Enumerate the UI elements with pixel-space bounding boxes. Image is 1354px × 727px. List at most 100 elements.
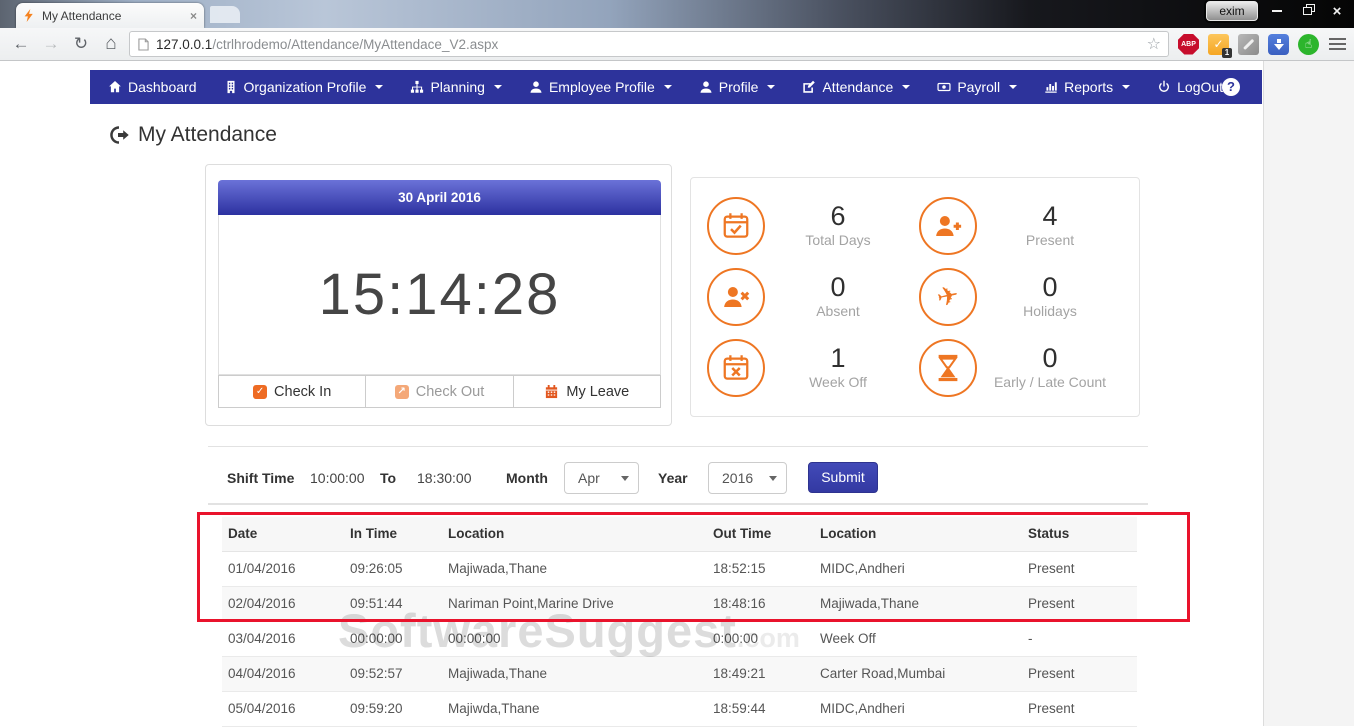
stat-holidays: ✈ 0Holidays xyxy=(919,261,1131,332)
date-header: 30 April 2016 xyxy=(218,180,661,215)
punch-actions: ✓ Check In ↗ Check Out My Leave xyxy=(218,375,661,408)
home-button[interactable]: ⌂ xyxy=(96,33,126,55)
arrow-out-icon: ↗ xyxy=(395,385,409,399)
download-extension-icon[interactable] xyxy=(1268,34,1289,55)
bookmark-star-icon[interactable]: ☆ xyxy=(1147,34,1161,54)
new-tab-button[interactable] xyxy=(210,6,240,23)
user-plus-icon xyxy=(919,197,977,255)
url-text: 127.0.0.1/ctrlhrodemo/Attendance/MyAtten… xyxy=(156,37,498,52)
nav-employee-profile[interactable]: Employee Profile xyxy=(529,79,672,95)
table-cell: 18:59:44 xyxy=(707,691,814,726)
checkmark-extension-icon[interactable]: ✓1 xyxy=(1208,34,1229,55)
minimize-button[interactable] xyxy=(1262,0,1292,22)
stat-label: Total Days xyxy=(805,232,870,248)
divider xyxy=(208,446,1148,447)
right-gutter xyxy=(1263,61,1354,726)
back-button[interactable]: ← xyxy=(6,34,36,54)
my-leave-button[interactable]: My Leave xyxy=(513,375,661,408)
clock-panel: 30 April 2016 15:14:28 ✓ Check In ↗ Chec… xyxy=(205,164,672,426)
user-icon xyxy=(699,80,713,94)
attendance-summary-panel: 6Total Days 4Present 0Absent ✈ 0Holidays… xyxy=(690,177,1140,417)
nav-profile[interactable]: Profile xyxy=(699,79,776,95)
filter-row: Shift Time 10:00:00 To 18:30:00 Month Ap… xyxy=(208,460,1148,496)
table-cell: Majiwada,Thane xyxy=(442,656,707,691)
table-cell: - xyxy=(1022,621,1137,656)
favicon-lightning-icon xyxy=(23,9,36,22)
stat-absent: 0Absent xyxy=(707,261,919,332)
table-cell: Carter Road,Mumbai xyxy=(814,656,1022,691)
tab-title: My Attendance xyxy=(42,9,190,23)
check-in-button[interactable]: ✓ Check In xyxy=(218,375,366,408)
year-select[interactable]: 2016 xyxy=(708,462,787,494)
divider xyxy=(208,503,1148,505)
table-cell: 04/04/2016 xyxy=(222,656,344,691)
table-cell: 09:52:57 xyxy=(344,656,442,691)
hand-extension-icon[interactable]: ☝ xyxy=(1298,34,1319,55)
edit-icon xyxy=(802,80,816,94)
submit-button[interactable]: Submit xyxy=(808,462,878,493)
shift-start-value: 10:00:00 xyxy=(310,460,365,496)
adblock-extension-icon[interactable]: ABP xyxy=(1178,34,1199,55)
table-row: 05/04/201609:59:20Majiwda,Thane18:59:44M… xyxy=(222,691,1137,726)
sitemap-icon xyxy=(410,80,424,94)
nav-logout[interactable]: LogOut xyxy=(1157,79,1223,95)
stat-label: Week Off xyxy=(809,374,867,390)
close-button[interactable]: × xyxy=(1322,0,1352,22)
extension-badge: 1 xyxy=(1222,48,1232,58)
my-attendance-icon xyxy=(108,124,130,146)
stat-value: 0 xyxy=(1042,272,1057,302)
help-icon[interactable]: ? xyxy=(1222,78,1240,96)
table-cell: Majiwda,Thane xyxy=(442,691,707,726)
url-path: /ctrlhrodemo/Attendance/MyAttendace_V2.a… xyxy=(212,37,498,52)
live-clock: 15:14:28 xyxy=(319,261,561,328)
browser-toolbar: ← → ↻ ⌂ 127.0.0.1/ctrlhrodemo/Attendance… xyxy=(0,28,1354,61)
bar-chart-icon xyxy=(1044,80,1058,94)
nav-planning[interactable]: Planning xyxy=(410,79,502,95)
chevron-down-icon xyxy=(494,85,502,89)
power-icon xyxy=(1157,80,1171,94)
chevron-down-icon xyxy=(769,476,777,481)
wand-extension-icon[interactable] xyxy=(1238,34,1259,55)
table-cell: 03/04/2016 xyxy=(222,621,344,656)
stat-label: Absent xyxy=(816,303,860,319)
chevron-down-icon xyxy=(767,85,775,89)
table-cell: 09:59:20 xyxy=(344,691,442,726)
window-controls: × xyxy=(1262,0,1352,22)
page-title: My Attendance xyxy=(108,123,277,147)
stat-label: Early / Late Count xyxy=(994,374,1106,390)
chevron-down-icon xyxy=(902,85,910,89)
table-cell: MIDC,Andheri xyxy=(814,691,1022,726)
clock-body: 15:14:28 xyxy=(218,215,661,375)
table-row: 04/04/201609:52:57Majiwada,Thane18:49:21… xyxy=(222,656,1137,691)
user-icon xyxy=(529,80,543,94)
browser-menu-icon[interactable] xyxy=(1329,38,1346,51)
address-bar[interactable]: 127.0.0.1/ctrlhrodemo/Attendance/MyAtten… xyxy=(129,31,1169,57)
user-x-icon xyxy=(707,268,765,326)
hourglass-icon xyxy=(919,339,977,397)
nav-dashboard[interactable]: Dashboard xyxy=(108,79,197,95)
nav-payroll[interactable]: Payroll xyxy=(937,79,1017,95)
month-select[interactable]: Apr xyxy=(564,462,639,494)
stat-value: 6 xyxy=(830,201,845,231)
home-icon xyxy=(108,80,122,94)
url-host: 127.0.0.1 xyxy=(156,37,212,52)
stat-present: 4Present xyxy=(919,190,1131,261)
maximize-button[interactable] xyxy=(1292,0,1322,22)
stat-value: 4 xyxy=(1042,201,1057,231)
nav-reports[interactable]: Reports xyxy=(1044,79,1130,95)
refresh-button[interactable]: ↻ xyxy=(66,34,96,54)
browser-tab[interactable]: My Attendance × xyxy=(16,3,204,28)
forward-button[interactable]: → xyxy=(36,34,66,54)
stat-label: Holidays xyxy=(1023,303,1077,319)
exim-widget[interactable]: exim xyxy=(1206,1,1258,21)
nav-organization-profile[interactable]: Organization Profile xyxy=(224,79,384,95)
stat-value: 1 xyxy=(830,343,845,373)
shift-end-value: 18:30:00 xyxy=(417,460,472,496)
tab-close-icon[interactable]: × xyxy=(190,9,197,23)
calendar-x-icon xyxy=(707,339,765,397)
nav-attendance[interactable]: Attendance xyxy=(802,79,910,95)
check-out-button[interactable]: ↗ Check Out xyxy=(365,375,513,408)
browser-titlebar: My Attendance × exim × xyxy=(0,0,1354,28)
table-cell: 18:49:21 xyxy=(707,656,814,691)
stat-value: 0 xyxy=(830,272,845,302)
